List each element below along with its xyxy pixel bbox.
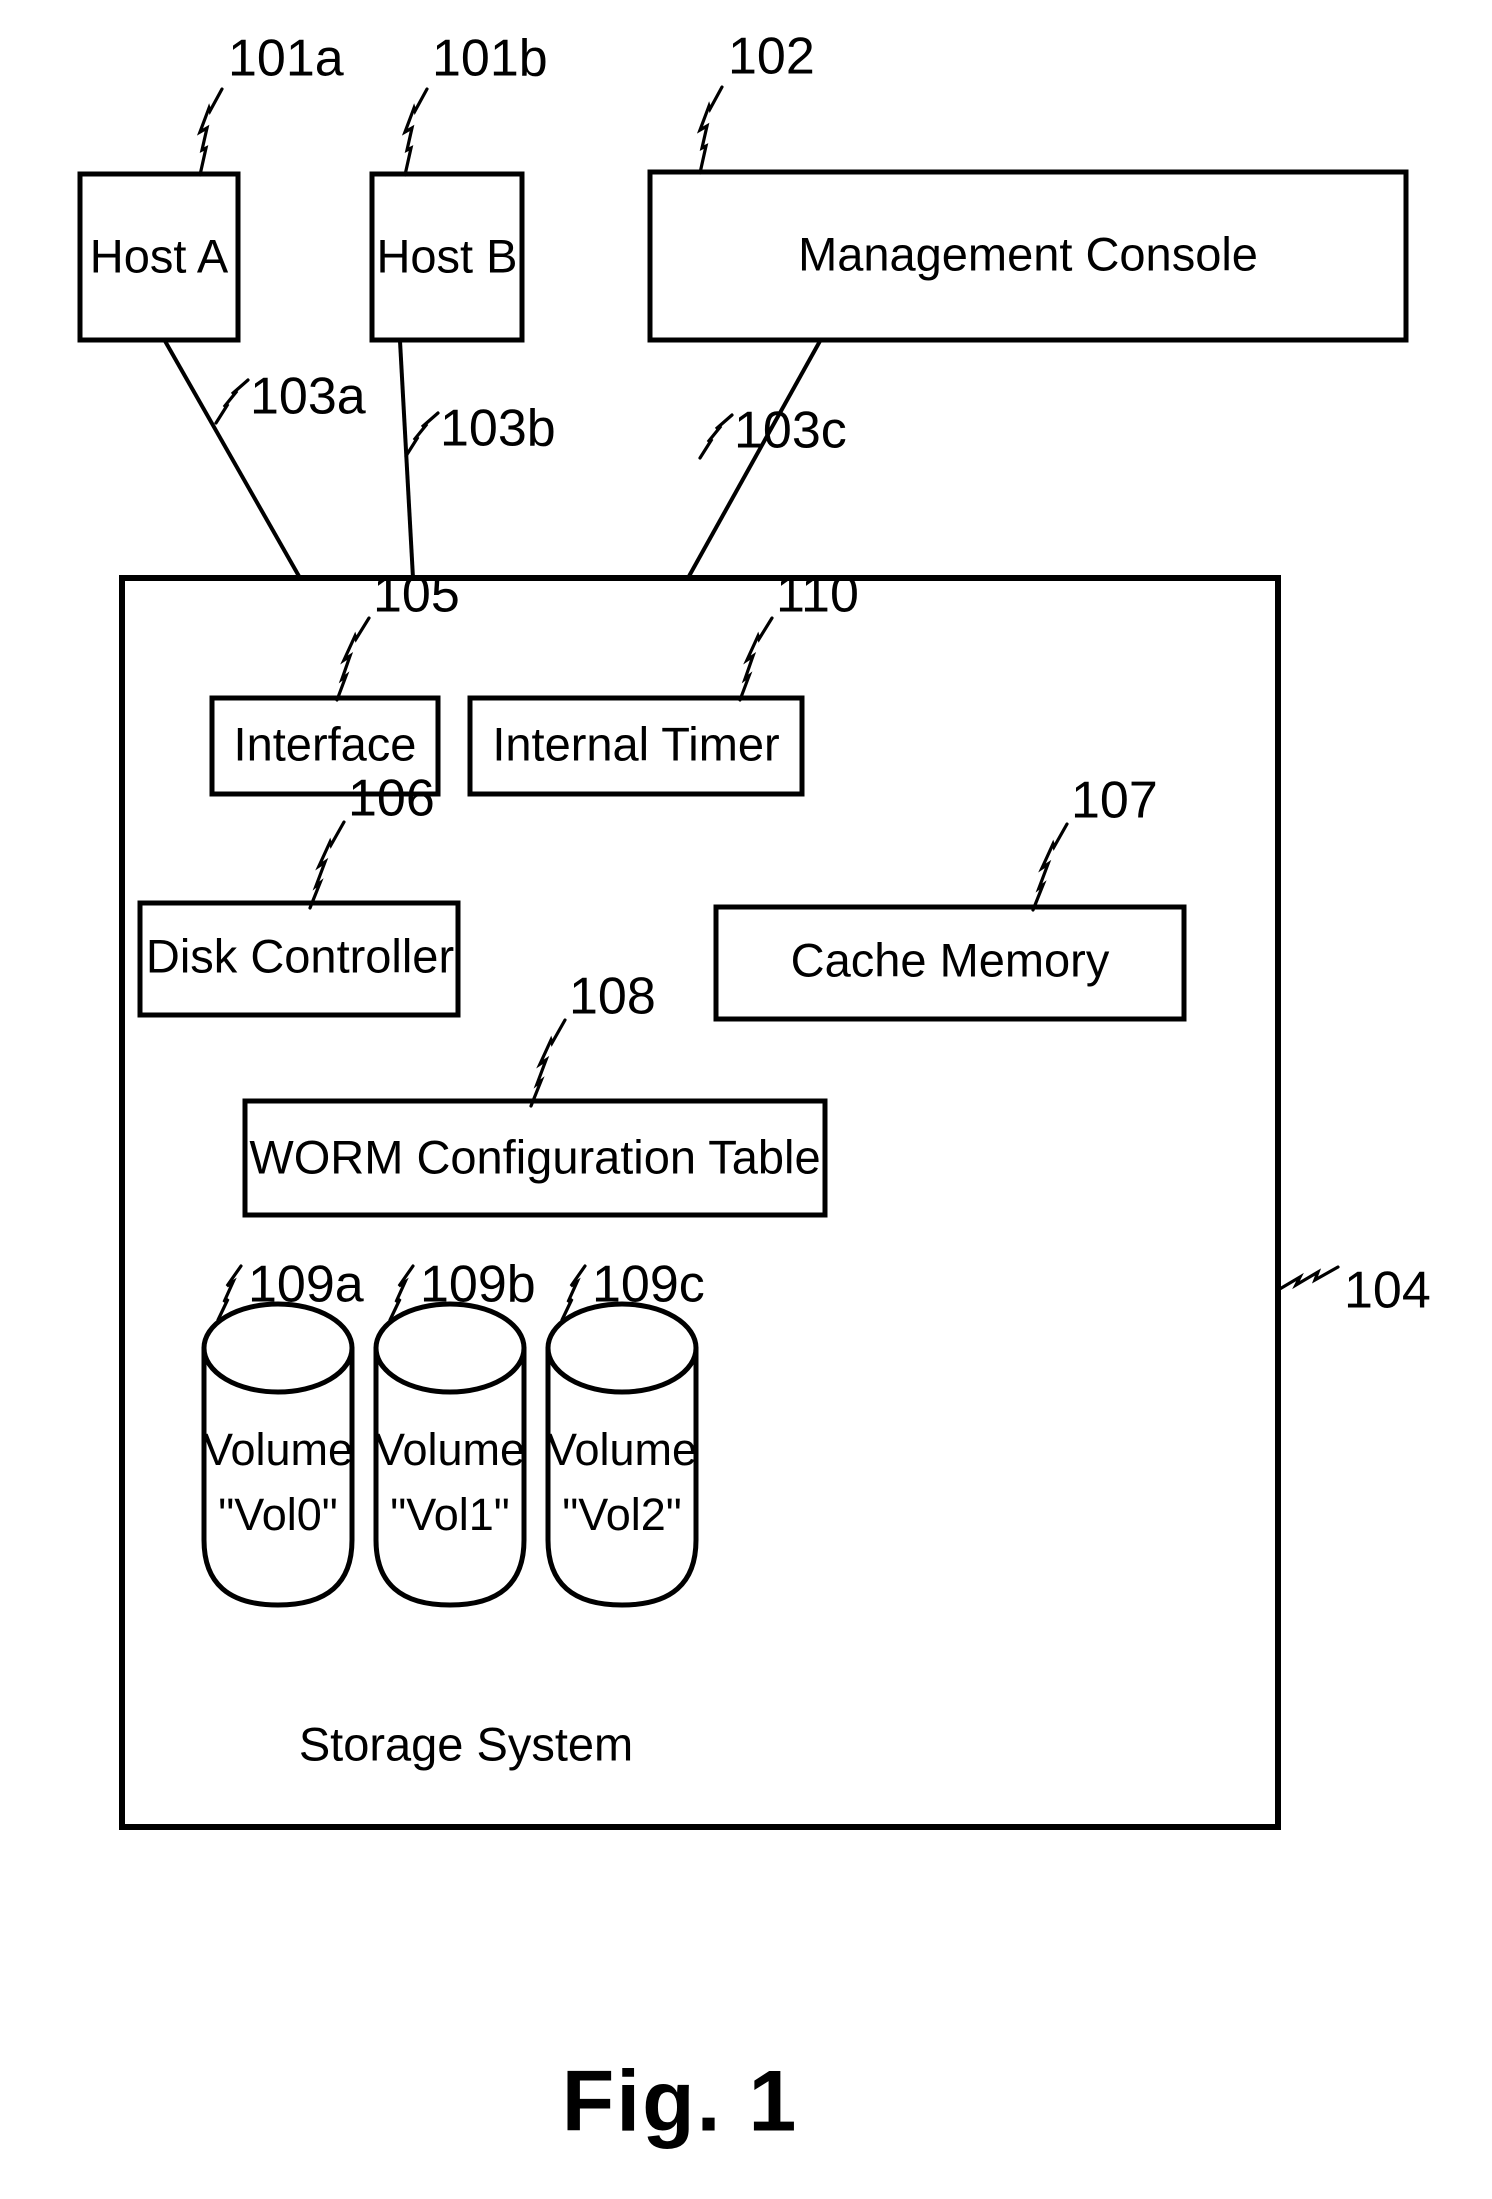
volume-vol1-cylinder-top	[373, 1301, 527, 1395]
figure-caption: Fig. 1	[562, 2054, 799, 2150]
internal-timer-label: Internal Timer	[492, 717, 779, 770]
ref-leader-103b: 103b	[404, 400, 556, 458]
ref-number-101b: 101b	[432, 30, 548, 88]
volume-vol1-label-line2: "Vol1"	[390, 1489, 510, 1540]
host-a-label: Host A	[90, 229, 229, 282]
cache-memory-label: Cache Memory	[791, 933, 1110, 986]
ref-leader-101b: 101b	[401, 30, 548, 177]
management-console-block: Management Console	[647, 169, 1409, 343]
ref-leader-104: 104	[1276, 1262, 1431, 1320]
ref-number-107: 107	[1071, 772, 1158, 830]
ref-number-105: 105	[373, 566, 460, 624]
ref-number-102: 102	[728, 28, 815, 86]
ref-number-109b: 109b	[420, 1256, 536, 1314]
host-b-block: Host B	[369, 171, 525, 343]
ref-number-103b: 103b	[440, 400, 556, 458]
host-b-label: Host B	[376, 229, 517, 282]
ref-leader-103c: 103c	[698, 402, 847, 460]
host-a-block: Host A	[77, 171, 241, 343]
interface-label: Interface	[234, 717, 417, 770]
ref-leader-102: 102	[696, 28, 815, 175]
disk-controller-label: Disk Controller	[146, 929, 454, 982]
storage-system-label: Storage System	[299, 1717, 633, 1770]
ref-number-103a: 103a	[250, 368, 366, 426]
ref-number-108: 108	[569, 968, 656, 1026]
ref-number-104: 104	[1344, 1262, 1431, 1320]
worm-configuration-table-label: WORM Configuration Table	[249, 1130, 820, 1183]
volume-vol1-label-line1: Volume	[375, 1424, 525, 1475]
volume-vol2-label-line2: "Vol2"	[562, 1489, 682, 1540]
ref-number-106: 106	[348, 770, 435, 828]
volume-vol2-cylinder-top	[545, 1301, 699, 1395]
volume-vol0-label-line2: "Vol0"	[218, 1489, 338, 1540]
figure-canvas: Host A Host B Management Console 101a 10…	[77, 28, 1431, 2150]
patent-figure-1: Host A Host B Management Console 101a 10…	[0, 0, 1492, 2199]
connection-line-103b	[398, 340, 415, 579]
volume-vol0-label-line1: Volume	[203, 1424, 353, 1475]
volume-vol0-cylinder-top	[201, 1301, 355, 1395]
ref-leader-103a: 103a	[214, 368, 366, 426]
ref-number-109c: 109c	[592, 1256, 705, 1314]
ref-number-101a: 101a	[228, 30, 344, 88]
management-console-label: Management Console	[798, 227, 1258, 280]
volume-vol2-label-line1: Volume	[547, 1424, 697, 1475]
ref-number-110: 110	[776, 566, 859, 624]
ref-number-103c: 103c	[734, 402, 847, 460]
ref-leader-101a: 101a	[196, 30, 344, 177]
ref-number-109a: 109a	[248, 1256, 364, 1314]
